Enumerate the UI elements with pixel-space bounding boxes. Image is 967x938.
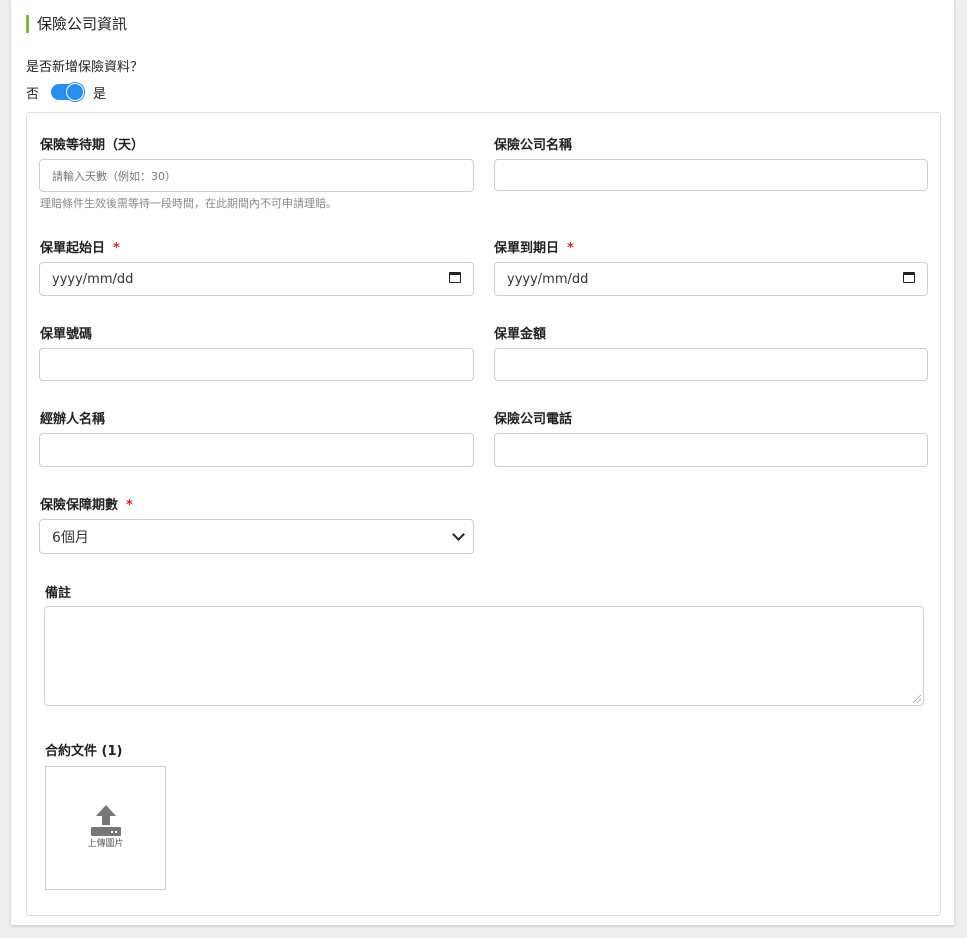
start-date-label-text: 保單起始日	[40, 241, 106, 256]
policy-number-label: 保單號碼	[40, 327, 93, 342]
required-mark: *	[113, 241, 120, 256]
calendar-icon[interactable]	[449, 272, 461, 283]
company-phone-label: 保險公司電話	[494, 412, 573, 427]
add-insurance-question: 是否新增保險資料？	[26, 60, 144, 75]
calendar-icon[interactable]	[903, 272, 915, 283]
coverage-terms-selected: 6個月	[52, 529, 89, 546]
toggle-knob	[66, 83, 85, 101]
toggle-row: 否 是	[26, 82, 106, 102]
waiting-period-placeholder: 請輸入天數（例如：30）	[52, 169, 176, 183]
end-date-label-text: 保單到期日	[494, 241, 560, 256]
company-name-label: 保險公司名稱	[494, 138, 573, 153]
resize-handle[interactable]	[913, 695, 921, 703]
start-date-label: 保單起始日 *	[40, 237, 120, 256]
required-mark: *	[567, 241, 574, 256]
coverage-terms-label-text: 保險保障期數	[40, 498, 119, 513]
end-date-value: yyyy/mm/dd	[507, 271, 589, 287]
contract-files-label: 合約文件 (1)	[45, 744, 123, 759]
section-title: 保險公司資訊	[26, 15, 127, 33]
toggle-on-label: 是	[93, 86, 107, 102]
coverage-terms-label: 保險保障期數 *	[40, 494, 133, 513]
company-name-input[interactable]	[494, 159, 928, 191]
end-date-input[interactable]: yyyy/mm/dd	[494, 262, 928, 296]
policy-amount-input[interactable]	[494, 348, 928, 381]
company-phone-input[interactable]	[494, 433, 928, 467]
policy-amount-label: 保單金額	[494, 327, 547, 342]
agent-name-input[interactable]	[39, 433, 474, 467]
upload-icon	[91, 805, 121, 836]
toggle-off-label: 否	[26, 86, 40, 102]
end-date-label: 保單到期日 *	[494, 237, 574, 256]
notes-label: 備註	[45, 586, 72, 601]
notes-textarea[interactable]	[44, 606, 924, 706]
start-date-value: yyyy/mm/dd	[52, 271, 134, 287]
required-mark: *	[126, 498, 133, 513]
insurance-form-panel: 保險等待期（天） 請輸入天數（例如：30） 理賠條件生效後需等待一段時間，在此期…	[26, 112, 941, 916]
coverage-terms-select[interactable]: 6個月	[39, 519, 474, 554]
insurance-card: 保險公司資訊 是否新增保險資料？ 否 是 保險等待期（天） 請輸入天數（例如：3…	[11, 0, 954, 925]
waiting-period-label: 保險等待期（天）	[40, 138, 145, 153]
policy-number-input[interactable]	[39, 348, 474, 381]
add-insurance-toggle[interactable]	[51, 83, 86, 101]
chevron-down-icon	[452, 528, 465, 541]
agent-name-label: 經辦人名稱	[40, 412, 106, 427]
upload-image-label: 上傳圖片	[87, 839, 124, 849]
waiting-period-input[interactable]: 請輸入天數（例如：30）	[39, 159, 474, 192]
waiting-period-hint: 理賠條件生效後需等待一段時間，在此期間內不可申請理賠。	[40, 197, 337, 210]
start-date-input[interactable]: yyyy/mm/dd	[39, 262, 474, 296]
upload-image-button[interactable]: 上傳圖片	[45, 766, 166, 890]
